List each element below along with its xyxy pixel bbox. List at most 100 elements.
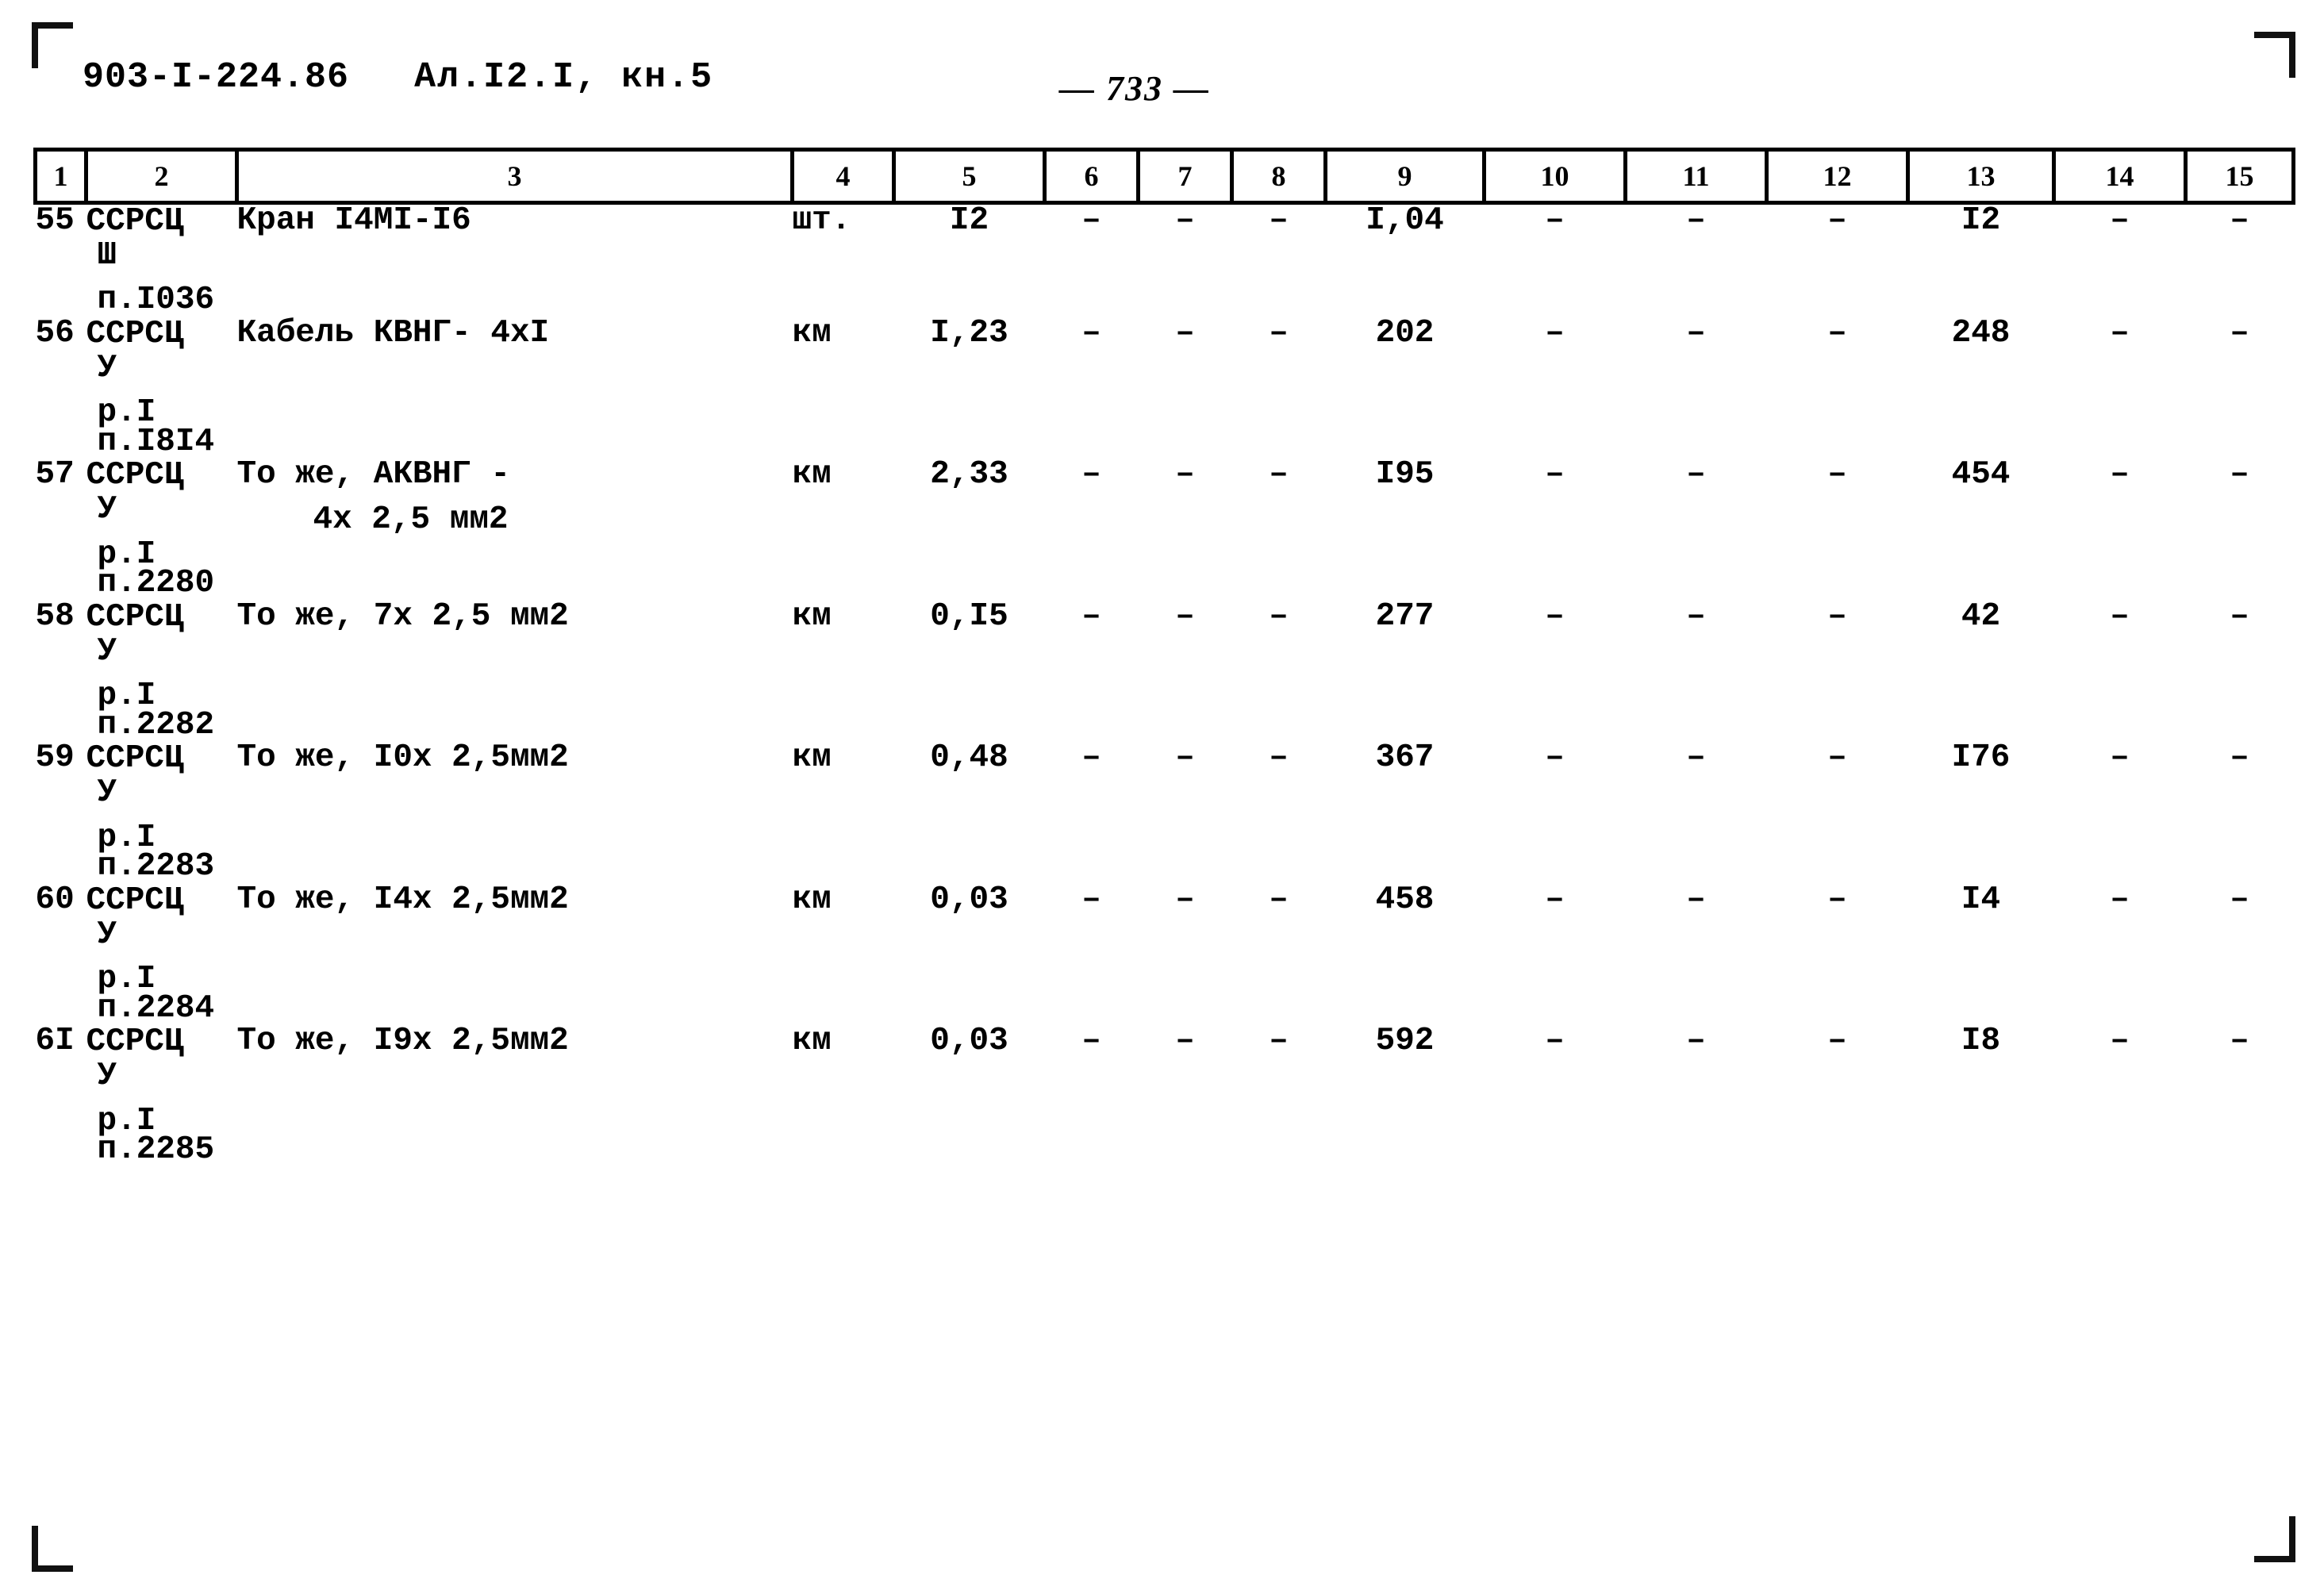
justification-line-4: п.2285 <box>97 1131 215 1169</box>
table-row: 60 ССРСЦ Ур.I п.2284 То же, I4х 2,5мм2 км 0,03… <box>36 881 2294 1026</box>
justification-line-2: У <box>97 774 117 811</box>
crop-mark-bottom-left <box>32 1526 73 1572</box>
justification-line-1: ССРСЦ <box>86 1024 184 1061</box>
table-row: 57 ССРСЦ Ур.I п.2280 То же, АКВНГ - 4х 2,5 мм… <box>36 459 2294 601</box>
item-name-cell: Кран I4МI-I6 <box>237 203 793 317</box>
justification-line-4: п.2284 <box>97 989 215 1027</box>
value-col-12: – <box>1827 739 1847 777</box>
unit-cell: км <box>792 456 832 494</box>
page-number: — 733 — <box>1059 69 1210 108</box>
col-header-3: 3 <box>235 148 794 205</box>
value-col-8: – <box>1269 1023 1289 1060</box>
col-header-11: 11 <box>1623 148 1769 205</box>
value-col-11: – <box>1686 314 1706 351</box>
value-col-14: – <box>2110 1023 2130 1060</box>
value-col-5: I2 <box>949 202 989 239</box>
value-col-8: – <box>1269 314 1289 351</box>
value-col-7: – <box>1175 314 1195 351</box>
value-col-7: – <box>1175 456 1195 494</box>
justification-line-1: ССРСЦ <box>86 740 184 778</box>
unit-cell: шт. <box>792 202 851 239</box>
col-header-12: 12 <box>1765 148 1910 205</box>
value-col-12: – <box>1827 1023 1847 1060</box>
item-name-line-1: То же, I4х 2,5мм2 <box>236 881 569 918</box>
justification-line-4: п.2282 <box>97 706 215 743</box>
value-col-7: – <box>1175 881 1195 918</box>
value-col-12: – <box>1827 456 1847 494</box>
value-col-6: – <box>1081 597 1101 635</box>
item-name-cell: То же, 7х 2,5 мм2 <box>236 597 793 743</box>
value-col-12: – <box>1827 881 1847 918</box>
value-col-10: – <box>1545 202 1565 239</box>
col-header-7: 7 <box>1136 148 1234 205</box>
justification-line-2: У <box>97 632 117 670</box>
album-reference: Ал.I2.I, кн.5 <box>414 57 714 98</box>
col-header-15: 15 <box>2184 148 2295 205</box>
value-col-12: – <box>1827 597 1847 635</box>
value-col-9: 458 <box>1375 881 1435 918</box>
value-col-7: – <box>1175 597 1195 635</box>
value-col-12: – <box>1827 314 1847 351</box>
justification-line-1: ССРСЦ <box>86 882 184 919</box>
item-name-line-1: То же, I9х 2,5мм2 <box>236 1023 569 1060</box>
item-name-line-1: То же, 7х 2,5 мм2 <box>236 597 569 635</box>
value-col-13: I8 <box>1961 1023 2001 1060</box>
col-header-14: 14 <box>2052 148 2188 205</box>
justification-line-1: ССРСЦ <box>86 203 184 240</box>
column-number-row: 1 2 3 4 5 6 7 8 9 10 11 12 13 14 15 <box>33 148 2295 205</box>
value-col-9: 592 <box>1375 1023 1435 1060</box>
value-col-8: – <box>1269 456 1289 494</box>
value-col-14: – <box>2110 739 2130 777</box>
value-col-9: I95 <box>1375 456 1435 494</box>
justification-cell: ССРСЦ Ур.I п.2283 <box>86 742 237 884</box>
justification-line-1: ССРСЦ <box>86 315 184 352</box>
value-col-5: 0,I5 <box>930 597 1008 635</box>
value-col-9: 277 <box>1375 597 1435 635</box>
justification-line-4: п.I8I4 <box>97 423 215 460</box>
justification-line-2: У <box>97 916 117 953</box>
value-col-15: – <box>2230 202 2249 239</box>
value-col-10: – <box>1545 739 1565 777</box>
crop-mark-bottom-right <box>2254 1516 2295 1562</box>
value-col-5: 2,33 <box>930 456 1008 494</box>
col-header-5: 5 <box>892 148 1047 205</box>
value-col-7: – <box>1175 739 1195 777</box>
value-col-5: 0,03 <box>930 1023 1008 1060</box>
item-name-line-2: 4х 2,5 мм2 <box>313 501 509 539</box>
value-col-7: – <box>1175 1023 1195 1060</box>
item-name-line-1: То же, I0х 2,5мм2 <box>236 739 569 777</box>
value-col-14: – <box>2110 881 2130 918</box>
justification-cell: ССРСЦ Ур.I п.I8I4 <box>86 317 237 459</box>
value-col-13: 454 <box>1951 456 2011 494</box>
table-row: 55 ССРСЦ Шп.I036 Кран I4МI-I6 шт. I2– – – I,04– –… <box>36 203 2294 317</box>
value-col-6: – <box>1081 881 1101 918</box>
justification-line-1: ССРСЦ <box>86 598 184 636</box>
value-col-14: – <box>2110 456 2130 494</box>
row-number: 55 <box>35 202 75 239</box>
value-col-15: – <box>2230 881 2249 918</box>
justification-line-4: п.2280 <box>97 565 215 602</box>
justification-line-2: У <box>97 349 117 386</box>
value-col-13: I4 <box>1961 881 2001 918</box>
justification-cell: ССРСЦ Ур.I п.2280 <box>86 459 237 601</box>
value-col-11: – <box>1686 597 1706 635</box>
value-col-8: – <box>1269 597 1289 635</box>
value-col-11: – <box>1686 739 1706 777</box>
value-col-6: – <box>1081 739 1101 777</box>
value-col-13: I2 <box>1961 202 2001 239</box>
item-name-cell: То же, I0х 2,5мм2 <box>237 742 793 884</box>
row-number: 57 <box>35 456 75 494</box>
value-col-10: – <box>1545 597 1565 635</box>
col-header-10: 10 <box>1482 148 1627 205</box>
row-number: 56 <box>35 314 75 351</box>
item-name-cell: То же, I4х 2,5мм2 <box>236 881 793 1026</box>
value-col-14: – <box>2110 314 2130 351</box>
item-name-cell: Кабель КВНГ- 4хI <box>237 317 793 459</box>
item-name-line-1: Кран I4МI-I6 <box>236 202 471 239</box>
unit-cell: км <box>792 881 832 918</box>
table-header: 1 2 3 4 5 6 7 8 9 10 11 12 13 14 15 <box>33 148 2295 205</box>
value-col-12: – <box>1827 202 1847 239</box>
justification-line-4: п.2283 <box>97 848 215 885</box>
value-col-8: – <box>1269 881 1289 918</box>
justification-cell: ССРСЦ Ур.I п.2284 <box>86 884 237 1026</box>
